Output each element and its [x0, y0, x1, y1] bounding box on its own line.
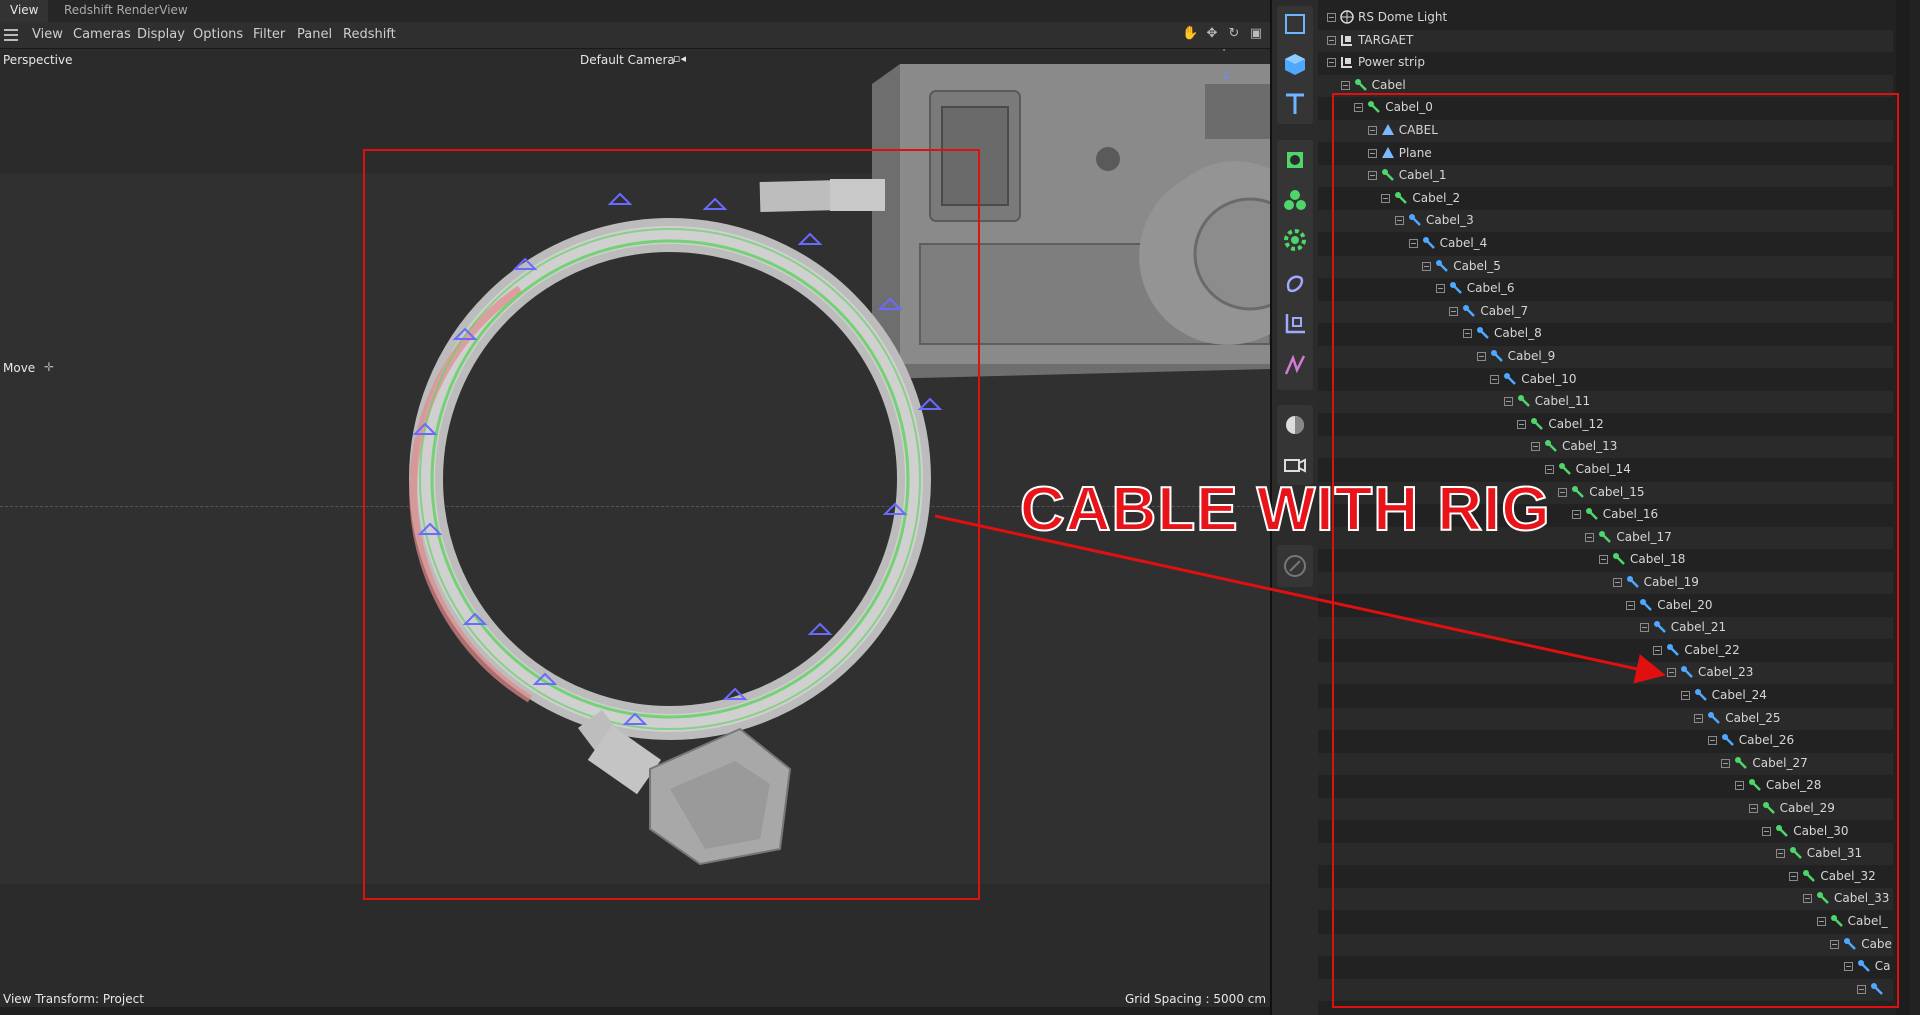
light-icon[interactable]: [1281, 411, 1309, 439]
active-tool-label: Move: [3, 361, 36, 375]
effector-gear-icon[interactable]: [1281, 226, 1309, 254]
toggle-view-icon[interactable]: ▣: [1248, 26, 1264, 42]
field-icon[interactable]: [1281, 352, 1309, 380]
tool-group-generators: [1277, 140, 1313, 390]
joint-hierarchy-icon: [1354, 78, 1368, 92]
pan-hand-icon[interactable]: ✋: [1182, 26, 1198, 42]
tab-redshift-renderview[interactable]: Redshift RenderView: [54, 0, 198, 22]
hamburger-menu-icon[interactable]: [4, 29, 18, 41]
camera-name[interactable]: Default Camera: [580, 53, 675, 67]
annotation-headline: CABLE WITH RIG: [1019, 474, 1551, 545]
tree-expand-toggle[interactable]: [1327, 13, 1336, 22]
dome-light-icon: [1340, 10, 1354, 24]
axis-y-label: Y: [1221, 49, 1227, 54]
tree-expand-toggle[interactable]: [1340, 80, 1350, 90]
null-object-icon: [1340, 55, 1354, 69]
move-camera-icon[interactable]: ✥: [1204, 26, 1220, 42]
move-tool-icon: ✛: [44, 360, 55, 374]
rotate-camera-icon[interactable]: ↻: [1226, 26, 1242, 42]
subdivision-icon[interactable]: [1281, 146, 1309, 174]
axis-z-label: Z: [1223, 71, 1230, 82]
tool-group-paint: [1277, 545, 1313, 587]
paint-tool-icon[interactable]: [1281, 552, 1309, 580]
annotation-box-hierarchy: [1332, 93, 1899, 1008]
object-row[interactable]: RS Dome Light: [1318, 7, 1893, 29]
menu-panel[interactable]: Panel: [297, 27, 332, 42]
annotation-box-cable: [363, 149, 980, 900]
viewport-name: Perspective: [3, 53, 73, 67]
menu-filter[interactable]: Filter: [253, 27, 285, 42]
tool-group-primitives: [1277, 6, 1313, 124]
tree-expand-toggle[interactable]: [1327, 35, 1336, 45]
tab-view[interactable]: View: [0, 0, 49, 22]
camera-toggle-icon[interactable]: ▫◂: [673, 52, 686, 65]
object-label: Power strip: [1358, 55, 1425, 70]
text-tool-icon[interactable]: [1281, 90, 1309, 118]
tool-group-scene: [1277, 405, 1313, 485]
object-label: RS Dome Light: [1358, 10, 1448, 24]
rectangle-spline-icon[interactable]: [1281, 10, 1309, 38]
menu-redshift[interactable]: Redshift: [343, 27, 396, 42]
cube-icon[interactable]: [1281, 50, 1309, 78]
grid-spacing-label: Grid Spacing : 5000 cm: [1125, 992, 1267, 1006]
object-row[interactable]: TARGAET: [1318, 29, 1893, 52]
cloner-icon[interactable]: [1281, 186, 1309, 214]
object-label: TARGAET: [1358, 32, 1414, 47]
coordinate-object-icon[interactable]: [1281, 310, 1309, 338]
null-object-icon: [1340, 33, 1354, 47]
tab-bar: View Redshift RenderView: [0, 0, 1272, 22]
view-transform-label: View Transform: Project: [3, 992, 144, 1006]
menu-options[interactable]: Options: [193, 27, 243, 42]
menu-cameras[interactable]: Cameras: [73, 27, 131, 42]
menu-view[interactable]: View: [32, 27, 63, 42]
tree-expand-toggle[interactable]: [1327, 58, 1336, 68]
viewport-menu-bar: View Cameras Display Options Filter Pane…: [0, 22, 1272, 49]
menu-display[interactable]: Display: [137, 27, 185, 42]
deformer-icon[interactable]: [1281, 270, 1309, 298]
object-label: Cabel: [1371, 77, 1406, 92]
object-row[interactable]: Power strip: [1318, 52, 1893, 74]
